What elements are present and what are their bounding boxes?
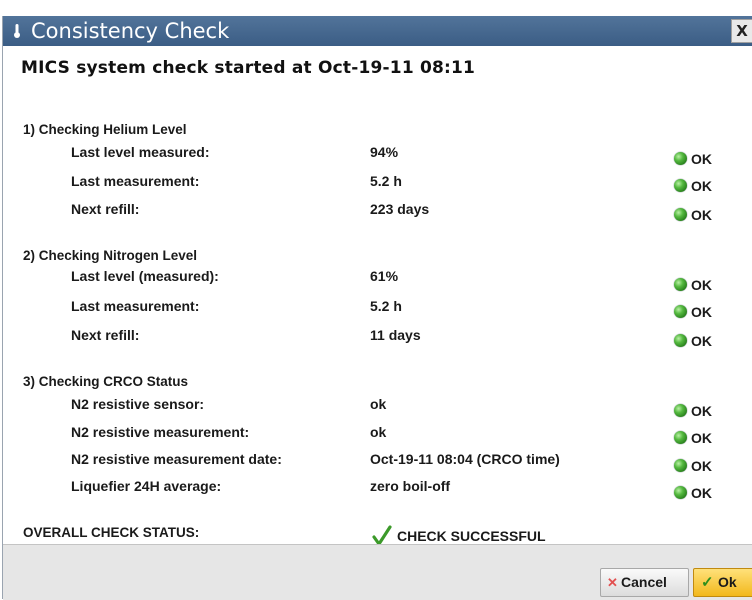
section-title-crco: 3) Checking CRCO Status: [23, 374, 189, 389]
row-label: Last measurement:: [71, 298, 200, 314]
check-report: MICS system check started at Oct-19-11 0…: [3, 46, 752, 546]
row-value: 11 days: [370, 327, 421, 343]
green-led-icon: [674, 334, 687, 347]
row-label: Next refill:: [71, 327, 140, 343]
row-label: N2 resistive measurement date:: [71, 451, 282, 467]
row-label: N2 resistive measurement:: [71, 424, 250, 440]
ok-button[interactable]: ✓ Ok: [693, 568, 752, 597]
window-title: Consistency Check: [31, 19, 230, 43]
checkmark-icon: ✓: [701, 574, 714, 591]
row-value: ok: [370, 396, 387, 412]
row-label: Last level (measured):: [71, 268, 219, 284]
overall-status-label: OVERALL CHECK STATUS:: [23, 525, 200, 540]
row-value: 94%: [370, 144, 399, 160]
green-led-icon: [674, 179, 687, 192]
green-led-icon: [674, 208, 687, 221]
row-label: Liquefier 24H average:: [71, 478, 222, 494]
row-value: 5.2 h: [370, 173, 402, 189]
row-value: 61%: [370, 268, 399, 284]
consistency-check-dialog: Consistency Check X MICS system check st…: [2, 16, 752, 600]
row-value: zero boil-off: [370, 478, 451, 494]
row-value: Oct-19-11 08:04 (CRCO time): [370, 451, 560, 467]
green-led-icon: [674, 459, 687, 472]
title-bar[interactable]: Consistency Check X: [3, 16, 752, 46]
cancel-button[interactable]: ✕ Cancel: [600, 568, 689, 597]
row-label: Last level measured:: [71, 144, 210, 160]
green-led-icon: [674, 305, 687, 318]
green-led-icon: [674, 431, 687, 444]
x-icon: ✕: [607, 575, 618, 590]
green-led-icon: [674, 278, 687, 291]
close-button[interactable]: X: [731, 19, 752, 43]
row-value: 223 days: [370, 201, 430, 217]
ok-button-label: Ok: [718, 574, 737, 590]
green-led-icon: [674, 404, 687, 417]
section-title-nitrogen: 2) Checking Nitrogen Level: [23, 248, 198, 263]
button-bar: ✕ Cancel ✓ Ok: [3, 544, 752, 600]
section-title-helium: 1) Checking Helium Level: [23, 122, 187, 137]
cancel-button-label: Cancel: [621, 574, 667, 590]
row-label: Next refill:: [71, 201, 140, 217]
overall-result-text: CHECK SUCCESSFUL: [397, 528, 546, 544]
row-value: ok: [370, 424, 387, 440]
row-value: 5.2 h: [370, 298, 402, 314]
row-label: Last measurement:: [71, 173, 200, 189]
green-led-icon: [674, 152, 687, 165]
green-led-icon: [674, 486, 687, 499]
thermometer-icon: [14, 24, 20, 38]
check-start-header: MICS system check started at Oct-19-11 0…: [21, 58, 476, 78]
row-label: N2 resistive sensor:: [71, 396, 205, 412]
